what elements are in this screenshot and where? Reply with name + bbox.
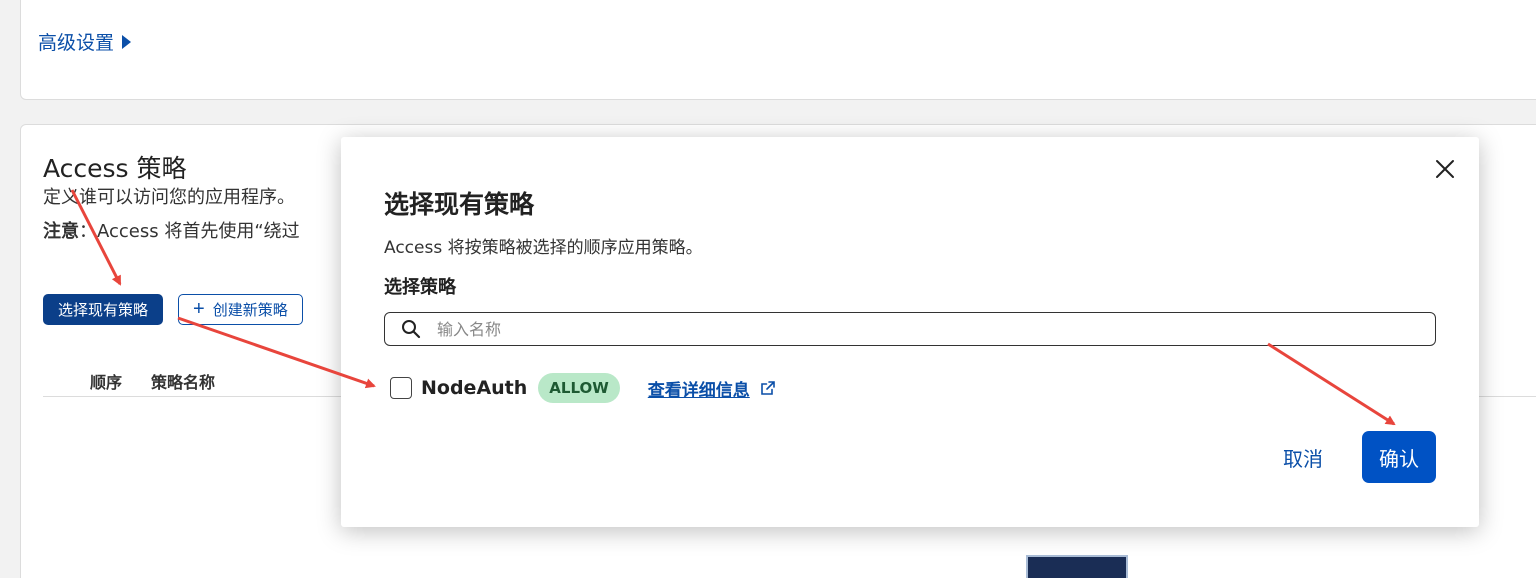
search-field — [384, 312, 1436, 346]
page: 高级设置 Access 策略 定义谁可以访问您的应用程序。 注意：Access … — [0, 0, 1536, 578]
cancel-button[interactable]: 取消 — [1271, 431, 1335, 483]
dialog-title: 选择现有策略 — [384, 190, 535, 219]
search-input[interactable] — [437, 319, 1435, 339]
select-policy-dialog: 选择现有策略 Access 将按策略被选择的顺序应用策略。 选择策略 NodeA… — [341, 137, 1479, 527]
close-icon — [1436, 160, 1454, 178]
select-policy-label: 选择策略 — [384, 277, 456, 298]
policy-action-badge: ALLOW — [538, 373, 620, 403]
view-details-label: 查看详细信息 — [647, 380, 750, 401]
policy-row: NodeAuth ALLOW 查看详细信息 — [390, 373, 776, 403]
search-icon — [402, 320, 421, 339]
policy-name: NodeAuth — [421, 377, 528, 399]
external-link-icon — [760, 381, 775, 395]
view-details-link[interactable]: 查看详细信息 — [648, 376, 776, 401]
policy-checkbox[interactable] — [390, 377, 412, 399]
dialog-subtitle: Access 将按策略被选择的顺序应用策略。 — [384, 238, 703, 258]
confirm-button[interactable]: 确认 — [1362, 431, 1436, 483]
close-button[interactable] — [1433, 157, 1457, 181]
